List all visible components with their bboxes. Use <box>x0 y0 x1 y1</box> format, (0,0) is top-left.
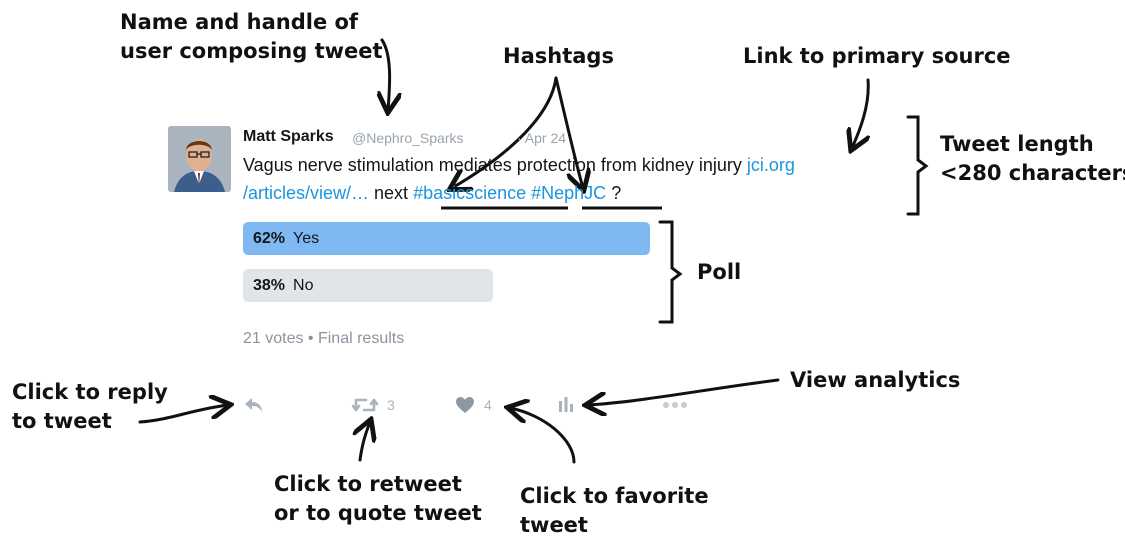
reply-callout-line1: Click to reply <box>12 380 168 404</box>
more-icon <box>663 402 687 408</box>
retweet-callout: Click to retweet or to quote tweet <box>274 470 482 528</box>
poll-no-label: No <box>293 276 314 294</box>
annotation-arrows-layer <box>138 38 929 464</box>
tweet-text-line2: /articles/view/… next #basicscience #Nep… <box>243 183 621 204</box>
retweet-arrow <box>360 422 370 462</box>
like-count: 4 <box>484 397 492 413</box>
author-name[interactable]: Matt Sparks <box>243 128 334 146</box>
name-handle-arrow <box>382 38 390 110</box>
like-button[interactable]: 4 <box>455 395 505 415</box>
poll-no-percent: 38% <box>253 276 286 294</box>
reply-button[interactable] <box>243 395 265 415</box>
heart-icon <box>456 397 474 413</box>
analytics-button[interactable] <box>557 395 577 415</box>
author-handle[interactable]: @Nephro_Sparks <box>352 130 464 146</box>
retweet-icon <box>351 398 379 412</box>
avatar[interactable] <box>168 126 231 192</box>
more-button[interactable] <box>662 398 688 410</box>
name-handle-callout: Name and handle of user composing tweet <box>120 8 383 66</box>
tweet-length-callout-line2: <280 characters <box>940 161 1125 185</box>
reply-callout: Click to reply to tweet <box>12 378 168 436</box>
tweet-date[interactable]: · Apr 24 <box>517 130 566 146</box>
tweet-length-bracket <box>906 115 929 216</box>
poll-bracket <box>658 220 683 324</box>
source-link-part1[interactable]: jci.org <box>747 155 795 175</box>
tweet-text-line1: Vagus nerve stimulation mediates protect… <box>243 155 795 176</box>
analytics-icon <box>559 397 573 412</box>
tweet-text-next: next <box>369 183 414 203</box>
poll-yes-percent: 62% <box>253 229 286 247</box>
poll-footer: 21 votes • Final results <box>243 330 405 347</box>
link-callout: Link to primary source <box>743 44 1011 68</box>
poll-callout: Poll <box>697 260 742 284</box>
favorite-callout: Click to favorite tweet <box>520 482 709 540</box>
reply-icon <box>245 398 262 412</box>
analytics-callout: View analytics <box>790 368 961 392</box>
poll-option-no: 38% No <box>243 269 493 302</box>
hashtag-nephjc[interactable]: #NephJC <box>531 183 606 203</box>
tweet-text: Vagus nerve stimulation mediates protect… <box>243 155 747 175</box>
favorite-callout-line1: Click to favorite <box>520 484 709 508</box>
tweet-text-end: ? <box>606 183 622 203</box>
link-arrow <box>852 78 868 148</box>
hashtag-basicscience[interactable]: #basicscience <box>413 183 526 203</box>
name-handle-callout-line2: user composing tweet <box>120 39 383 63</box>
source-link-part2[interactable]: /articles/view/… <box>243 183 369 203</box>
favorite-callout-line2: tweet <box>520 513 588 537</box>
poll-option-yes: 62% Yes <box>243 222 650 255</box>
retweet-callout-line1: Click to retweet <box>274 472 462 496</box>
hashtags-callout: Hashtags <box>503 44 614 68</box>
favorite-arrow <box>510 408 576 464</box>
tweet-length-callout: Tweet length <280 characters <box>940 130 1125 188</box>
retweet-callout-line2: or to quote tweet <box>274 501 482 525</box>
name-handle-callout-line1: Name and handle of <box>120 10 359 34</box>
retweet-button[interactable]: 3 <box>351 395 401 415</box>
tweet-length-callout-line1: Tweet length <box>940 132 1094 156</box>
retweet-count: 3 <box>387 397 395 413</box>
poll-yes-label: Yes <box>293 229 320 247</box>
reply-callout-line2: to tweet <box>12 409 112 433</box>
avatar-image <box>168 126 231 192</box>
